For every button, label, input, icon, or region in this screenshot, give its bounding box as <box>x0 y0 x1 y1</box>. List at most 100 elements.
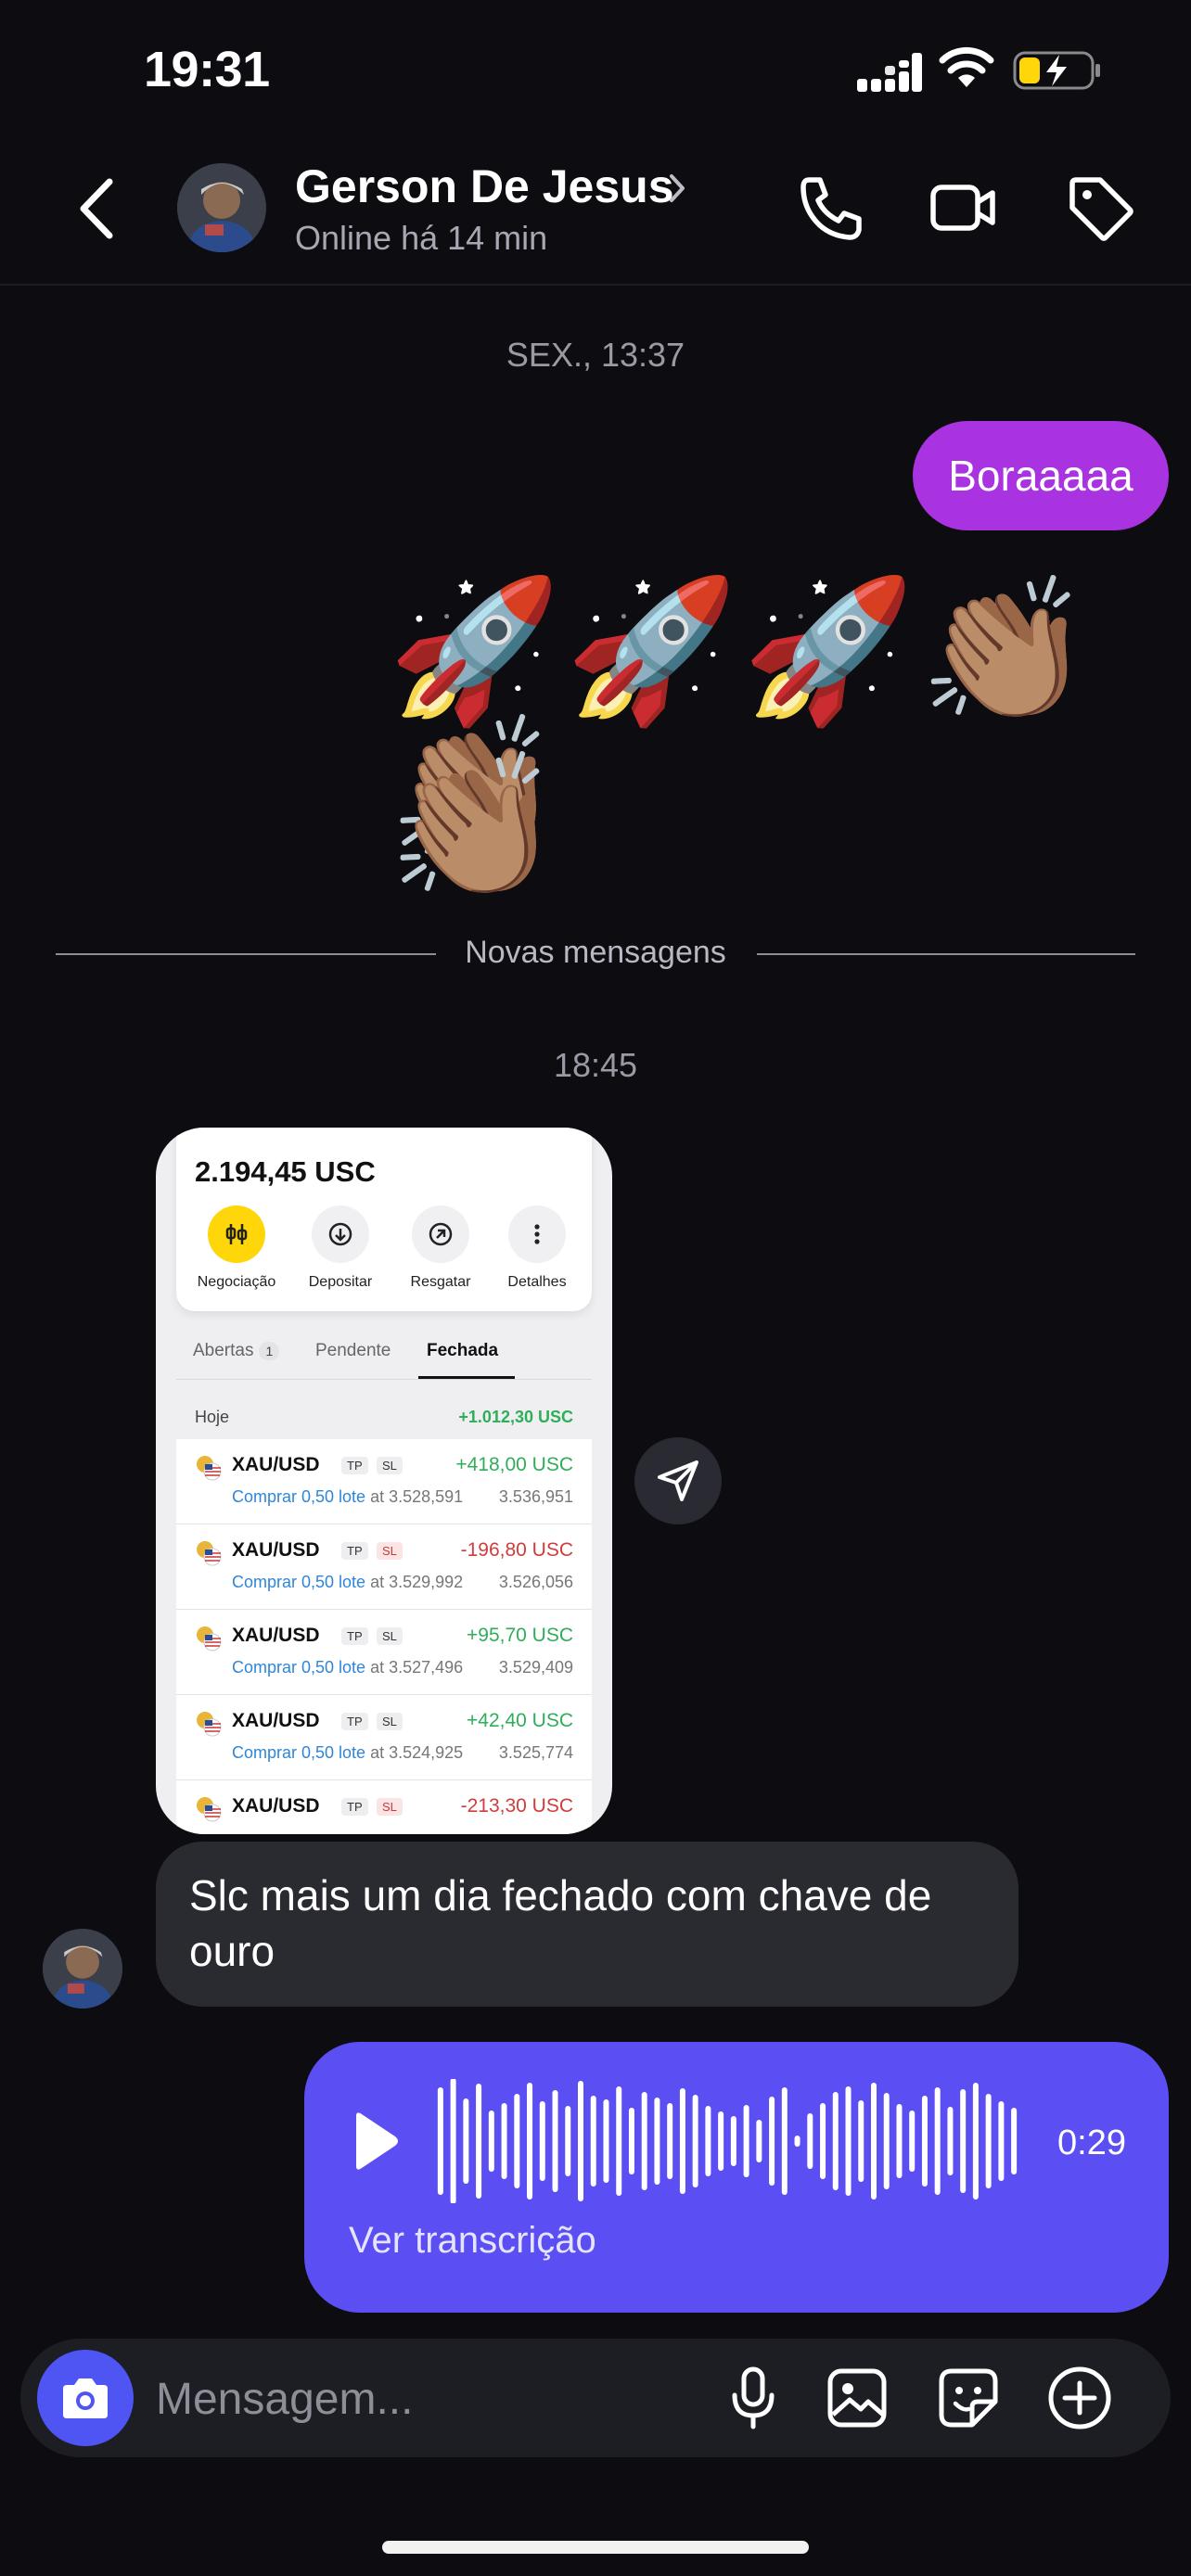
image-icon <box>827 2368 887 2428</box>
trade-icon <box>208 1205 265 1263</box>
action-trade: Negociação <box>186 1205 288 1291</box>
date-separator: SEX., 13:37 <box>506 336 685 374</box>
trade-action: Comprar 0,50 lote <box>232 1487 366 1506</box>
sl-badge: SL <box>377 1627 403 1645</box>
header-divider <box>0 284 1191 286</box>
deposit-icon <box>312 1205 369 1263</box>
microphone-button[interactable] <box>716 2361 790 2435</box>
active-tab-indicator <box>418 1376 515 1379</box>
add-button[interactable] <box>1043 2361 1117 2435</box>
message-input[interactable] <box>156 2366 712 2431</box>
tab-open-count: 1 <box>259 1342 280 1360</box>
gallery-button[interactable] <box>820 2361 894 2435</box>
trade-symbol: XAU/USD <box>232 1454 320 1475</box>
trade-close-price: 3.525,774 <box>498 1743 573 1762</box>
microphone-icon <box>732 2366 775 2429</box>
sticker-button[interactable] <box>931 2361 1005 2435</box>
trade-row: XAU/USD TP SL -213,30 USC <box>176 1780 592 1834</box>
emoji-message-continued[interactable]: 👏🏽 <box>388 757 565 896</box>
sl-badge: SL <box>377 1798 403 1816</box>
trade-row: XAU/USD TP SL +42,40 USC Comprar 0,50 lote a… <box>176 1695 592 1780</box>
view-transcript-link[interactable]: Ver transcrição <box>349 2220 596 2262</box>
trade-symbol: XAU/USD <box>232 1710 320 1731</box>
status-time: 19:31 <box>144 42 270 97</box>
avatar-photo <box>43 1929 122 2009</box>
action-withdraw: Resgatar <box>390 1205 492 1291</box>
sl-badge: SL <box>377 1542 403 1560</box>
chevron-right-icon[interactable] <box>666 172 688 205</box>
home-indicator <box>382 2541 809 2554</box>
trade-pnl: +95,70 USC <box>467 1625 573 1646</box>
phone-call-icon[interactable] <box>796 172 866 243</box>
contact-name[interactable]: Gerson De Jesus <box>295 159 674 213</box>
tag-icon[interactable] <box>1065 172 1135 243</box>
camera-button[interactable] <box>37 2350 134 2446</box>
trade-action: Comprar 0,50 lote <box>232 1743 366 1762</box>
trade-close-price: 3.529,409 <box>498 1658 573 1677</box>
tp-badge: TP <box>341 1627 368 1645</box>
trade-close-price: 3.526,056 <box>498 1573 573 1591</box>
account-balance: 2.194,45 USC <box>195 1155 376 1188</box>
orders-tabs: Abertas 1 Pendente Fechada <box>176 1341 592 1380</box>
today-total: +1.012,30 USC <box>458 1408 573 1426</box>
outgoing-message[interactable]: Boraaaaa <box>913 421 1169 530</box>
avatar-photo <box>177 163 266 252</box>
action-label: Detalhes <box>507 1274 567 1290</box>
incoming-message[interactable]: Slc mais um dia fechado com chave de our… <box>156 1842 1018 2007</box>
tab-open: Abertas 1 <box>193 1341 280 1361</box>
gold-usd-flag-icon <box>197 1541 222 1566</box>
trade-details: Comprar 0,50 lote at 3.528,591 <box>232 1487 463 1507</box>
action-label: Resgatar <box>410 1274 471 1290</box>
sender-avatar[interactable] <box>43 1929 122 2009</box>
gold-usd-flag-icon <box>197 1712 222 1737</box>
action-label: Negociação <box>197 1274 276 1290</box>
gold-usd-flag-icon <box>197 1626 222 1651</box>
trade-row: XAU/USD TP SL +95,70 USC Comprar 0,50 lote a… <box>176 1610 592 1695</box>
tp-badge: TP <box>341 1798 368 1816</box>
trade-action: Comprar 0,50 lote <box>232 1658 366 1677</box>
gold-usd-flag-icon <box>197 1456 222 1481</box>
trade-pnl: -196,80 USC <box>460 1539 573 1561</box>
trade-row: XAU/USD TP SL +418,00 USC Comprar 0,50 lote … <box>176 1439 592 1524</box>
trade-open-price: at 3.529,992 <box>370 1573 464 1591</box>
waveform[interactable] <box>434 2079 1020 2203</box>
tp-badge: TP <box>341 1542 368 1560</box>
trade-pnl: +418,00 USC <box>455 1454 573 1475</box>
new-messages-line-right <box>757 953 1135 955</box>
action-label: Depositar <box>308 1274 373 1290</box>
gold-usd-flag-icon <box>197 1797 222 1822</box>
trade-details: Comprar 0,50 lote at 3.529,992 <box>232 1573 463 1592</box>
trade-open-price: at 3.527,496 <box>370 1658 464 1677</box>
contact-status: Online há 14 min <box>295 219 548 257</box>
action-details: Detalhes <box>486 1205 588 1291</box>
trade-row: XAU/USD TP SL -196,80 USC Comprar 0,50 lote … <box>176 1524 592 1610</box>
trade-symbol: XAU/USD <box>232 1625 320 1646</box>
battery-charging-icon <box>1013 51 1100 90</box>
trade-close-price: 3.536,951 <box>498 1487 573 1506</box>
video-call-icon[interactable] <box>928 172 998 243</box>
tp-badge: TP <box>341 1457 368 1474</box>
back-chevron-icon[interactable] <box>74 176 121 241</box>
sticker-icon <box>939 2368 998 2428</box>
wifi-icon <box>939 46 994 87</box>
camera-icon <box>63 2378 108 2418</box>
trade-symbol: XAU/USD <box>232 1539 320 1561</box>
voice-message[interactable]: 0:29 Ver transcrição <box>304 2042 1169 2313</box>
trade-details: Comprar 0,50 lote at 3.524,925 <box>232 1743 463 1763</box>
trade-pnl: +42,40 USC <box>467 1710 573 1731</box>
trade-open-price: at 3.528,591 <box>370 1487 464 1506</box>
voice-duration: 0:29 <box>1057 2123 1126 2162</box>
trade-action: Comprar 0,50 lote <box>232 1573 366 1591</box>
contact-avatar[interactable] <box>177 163 266 252</box>
image-message[interactable]: 2.194,45 USC Negociação Depositar Resgat… <box>156 1128 612 1834</box>
withdraw-icon <box>412 1205 469 1263</box>
time-separator: 18:45 <box>553 1046 638 1084</box>
tp-badge: TP <box>341 1713 368 1730</box>
message-composer <box>20 2339 1171 2457</box>
action-deposit: Depositar <box>289 1205 391 1291</box>
sl-badge: SL <box>377 1713 403 1730</box>
tab-closed: Fechada <box>427 1341 499 1360</box>
forward-button[interactable] <box>634 1437 722 1524</box>
trade-pnl: -213,30 USC <box>460 1795 573 1817</box>
play-icon[interactable] <box>349 2109 401 2174</box>
